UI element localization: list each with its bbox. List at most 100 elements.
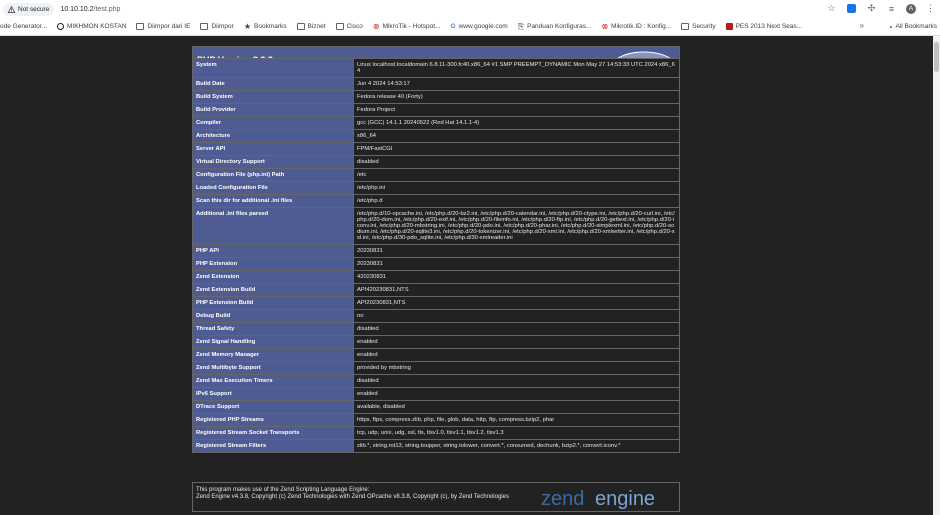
info-value: https, ftps, compress.zlib, php, file, g… — [353, 413, 680, 427]
more-bookmarks-button[interactable]: » — [860, 21, 864, 30]
bookmark-folder[interactable]: Security — [681, 23, 716, 30]
pes-icon — [725, 23, 733, 30]
info-key: Zend Multibyte Support — [192, 361, 354, 375]
url-text[interactable]: 10.10.10.2/test.php — [60, 6, 120, 13]
media-control-icon[interactable]: ≡ — [886, 3, 897, 14]
info-key: PHP Extension Build — [192, 296, 354, 310]
bookmark-item[interactable]: PES 2013 Next Seas... — [725, 23, 803, 30]
info-key: Build Date — [192, 77, 354, 91]
info-key: PHP API — [192, 244, 354, 258]
warning-icon — [8, 5, 15, 13]
folder-icon — [890, 25, 893, 28]
bookmark-item[interactable]: ⊗ MikroTik - Hotspot... — [373, 22, 441, 31]
info-key: Registered Stream Filters — [192, 439, 354, 453]
info-value: Linux localhost.localdomain 6.8.11-300.f… — [353, 58, 680, 78]
info-row: System Linux localhost.localdomain 6.8.11… — [192, 58, 680, 78]
info-value: enabled — [353, 348, 680, 362]
bookmark-item[interactable]: Gwww.google.com — [451, 23, 508, 30]
info-key: Loaded Configuration File — [192, 181, 354, 195]
bookmark-label: Diimpor — [211, 23, 234, 30]
info-row: Loaded Configuration File/etc/php.ini — [192, 181, 680, 195]
bookmark-item[interactable]: ★ Bookmarks — [244, 22, 287, 31]
info-value: disabled — [353, 155, 680, 169]
bookmark-label: www.google.com — [458, 23, 508, 30]
zend-engine-logo: zend engine — [541, 488, 655, 510]
info-value: FPM/FastCGI — [353, 142, 680, 156]
info-value: 20230831 — [353, 244, 680, 258]
extensions-icon[interactable]: ✣ — [866, 3, 877, 14]
security-chip[interactable]: Not secure — [3, 2, 55, 16]
bookmark-item[interactable]: ode Generator... — [0, 23, 47, 30]
globe-icon — [56, 23, 64, 30]
bookmark-star-icon[interactable]: ☆ — [826, 3, 837, 14]
info-row: Zend Signal Handling enabled — [192, 335, 680, 349]
bookmark-label: ode Generator... — [0, 23, 47, 30]
bookmark-folder[interactable]: Biznet — [296, 23, 326, 30]
info-value: zlib.*, string.rot13, string.toupper, st… — [353, 439, 680, 453]
info-row: Build System Fedora release 40 (Forty) — [192, 90, 680, 104]
bookmark-item[interactable]: MIKHMON KOSTAN — [56, 23, 127, 30]
bookmark-folder[interactable]: Diimpor — [200, 23, 234, 30]
zend-footer-line2: Zend Engine v4.3.8, Copyright (c) Zend T… — [196, 494, 509, 500]
info-value: /etc — [353, 168, 680, 182]
bookmark-label: Diimpor dari IE — [147, 23, 191, 30]
info-value: disabled — [353, 374, 680, 388]
info-value: gcc (GCC) 14.1.1 20240522 (Red Hat 14.1.… — [353, 116, 680, 130]
bookmark-item[interactable]: ⎘ Panduan Konfiguras... — [518, 22, 592, 32]
all-bookmarks-label: All Bookmarks — [895, 23, 937, 30]
all-bookmarks-button[interactable]: All Bookmarks — [890, 23, 937, 30]
bookmark-label: PES 2013 Next Seas... — [735, 23, 803, 30]
address-bar[interactable]: Not secure 10.10.10.2/test.php ☆ ✣ ≡ A ⋮ — [0, 0, 940, 18]
info-key: Zend Extension Build — [192, 283, 354, 297]
info-value: enabled — [353, 335, 680, 349]
info-key: IPv6 Support — [192, 387, 354, 401]
bookmark-label: MikroTik - Hotspot... — [382, 23, 441, 30]
info-value: disabled — [353, 322, 680, 336]
info-key: Debug Build — [192, 309, 354, 323]
info-row: Architecture x86_64 — [192, 129, 680, 143]
info-row: PHP API 20230831 — [192, 244, 680, 258]
zend-logo-text-left: zend — [541, 488, 584, 510]
bookmark-folder[interactable]: Diimpor dari IE — [136, 23, 190, 30]
bookmark-label: Cisco — [346, 23, 363, 30]
google-icon: G — [450, 23, 456, 30]
vertical-scrollbar[interactable] — [933, 36, 940, 515]
info-key: Build Provider — [192, 103, 354, 117]
scrollbar-thumb[interactable] — [934, 42, 939, 72]
bookmark-label: MIKHMON KOSTAN — [66, 23, 127, 30]
bookmark-folder[interactable]: Cisco — [335, 23, 363, 30]
info-row: Zend Extension Build API420230831,NTS — [192, 283, 680, 297]
folder-icon — [296, 23, 305, 30]
folder-icon — [335, 23, 344, 30]
info-row: IPv6 Support enabled — [192, 387, 680, 401]
info-value: Jun 4 2024 14:53:17 — [353, 77, 680, 91]
info-value: no — [353, 309, 680, 323]
page-icon: ⎘ — [517, 21, 525, 31]
info-row: Zend Extension 420230831 — [192, 270, 680, 284]
bookmark-item[interactable]: ⊗ Mikrotik.ID : Konfig... — [601, 22, 671, 31]
info-value: 420230831 — [353, 270, 680, 284]
menu-kebab-icon[interactable]: ⋮ — [925, 3, 936, 14]
info-key: Scan this dir for additional .ini files — [192, 194, 354, 208]
info-value: /etc/php.ini — [353, 181, 680, 195]
translate-extension-icon[interactable] — [846, 3, 857, 14]
star-icon: ★ — [243, 22, 252, 31]
info-key: PHP Extension — [192, 257, 354, 271]
info-row: DTrace Support available, disabled — [192, 400, 680, 414]
zend-logo-text-right: engine — [595, 488, 655, 510]
info-key: Build System — [192, 90, 354, 104]
info-key: Registered Stream Socket Transports — [192, 426, 354, 440]
info-row: PHP Extension 20230831 — [192, 257, 680, 271]
info-key: Server API — [192, 142, 354, 156]
info-row: Server API FPM/FastCGI — [192, 142, 680, 156]
info-value: available, disabled — [353, 400, 680, 414]
info-value: provided by mbstring — [353, 361, 680, 375]
info-value: API20230831,NTS — [353, 296, 680, 310]
profile-avatar[interactable]: A — [906, 3, 916, 14]
info-key: DTrace Support — [192, 400, 354, 414]
info-value: /etc/php.d — [353, 194, 680, 208]
bookmarks-bar: ode Generator... MIKHMON KOSTAN Diimpor … — [0, 18, 940, 36]
info-row: PHP Extension Build API20230831,NTS — [192, 296, 680, 310]
bookmark-label: Biznet — [307, 23, 326, 30]
bookmark-label: Panduan Konfiguras... — [527, 23, 592, 30]
